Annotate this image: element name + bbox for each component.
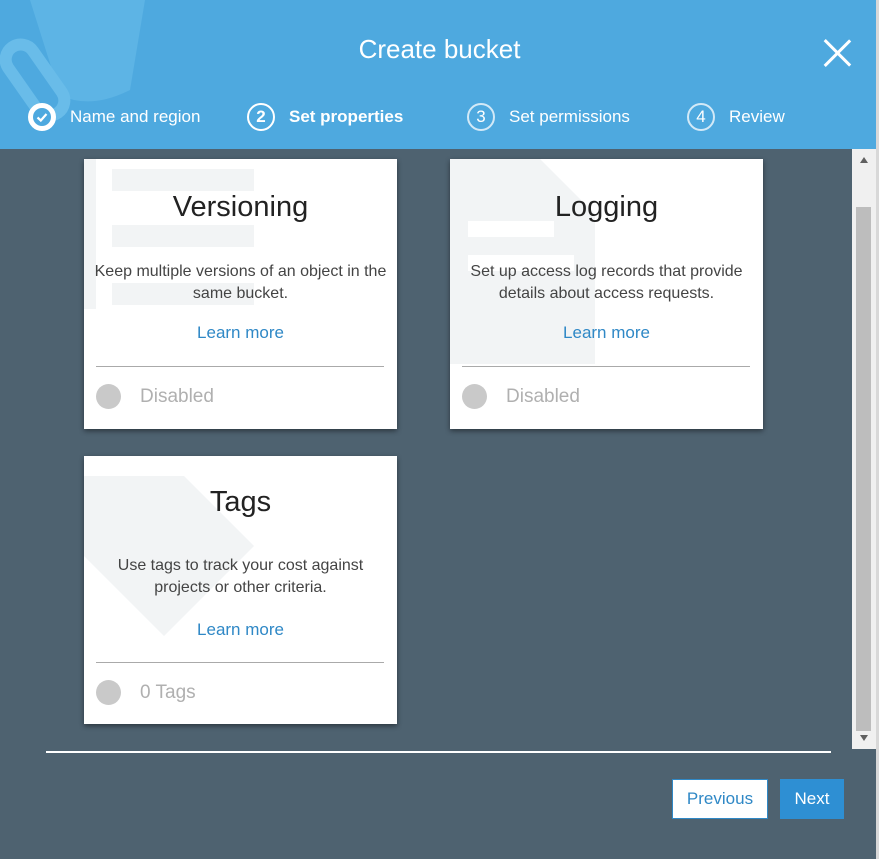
versioning-card[interactable]: Versioning Keep multiple versions of an …	[84, 159, 397, 429]
step-number: 2	[247, 103, 275, 131]
learn-more-link[interactable]: Learn more	[84, 323, 397, 343]
step-name-and-region[interactable]: Name and region	[28, 101, 200, 133]
scrollbar[interactable]	[852, 149, 876, 749]
step-number: 4	[687, 103, 715, 131]
next-button[interactable]: Next	[780, 779, 844, 819]
footer-divider	[46, 751, 831, 753]
divider	[96, 366, 384, 367]
dialog-title: Create bucket	[358, 34, 521, 64]
create-bucket-dialog: Create bucket Name and region 2 Set prop…	[0, 0, 879, 859]
versioning-toggle[interactable]	[96, 384, 121, 409]
logging-card[interactable]: Logging Set up access log records that p…	[450, 159, 763, 429]
step-number: 3	[467, 103, 495, 131]
tags-count: 0 Tags	[140, 682, 196, 703]
previous-button[interactable]: Previous	[672, 779, 768, 819]
scroll-up-icon[interactable]	[860, 157, 868, 163]
scrollbar-thumb[interactable]	[856, 207, 871, 731]
card-description: Set up access log records that provide d…	[470, 263, 743, 302]
tags-toggle[interactable]	[96, 680, 121, 705]
divider	[96, 662, 384, 663]
divider	[462, 366, 750, 367]
card-title: Logging	[554, 191, 659, 223]
tags-card[interactable]: Tags Use tags to track your cost against…	[84, 456, 397, 724]
properties-panel: Versioning Keep multiple versions of an …	[0, 149, 852, 749]
step-label: Set permissions	[509, 107, 630, 126]
learn-more-link[interactable]: Learn more	[450, 323, 763, 343]
close-icon[interactable]	[822, 38, 852, 68]
versioning-status: Disabled	[140, 386, 214, 407]
logging-status: Disabled	[506, 386, 580, 407]
card-description: Use tags to track your cost against proj…	[117, 557, 364, 596]
step-label: Name and region	[70, 107, 201, 126]
step-review[interactable]: 4 Review	[687, 101, 785, 133]
logging-toggle[interactable]	[462, 384, 487, 409]
learn-more-link[interactable]: Learn more	[84, 620, 397, 640]
step-label: Set properties	[289, 107, 404, 126]
check-icon	[28, 103, 56, 131]
step-set-permissions[interactable]: 3 Set permissions	[467, 101, 630, 133]
card-description: Keep multiple versions of an object in t…	[94, 263, 387, 302]
step-set-properties[interactable]: 2 Set properties	[247, 101, 403, 133]
dialog-header: Create bucket Name and region 2 Set prop…	[0, 0, 879, 149]
card-title: Versioning	[172, 191, 309, 223]
step-label: Review	[729, 107, 785, 126]
card-title: Tags	[209, 486, 272, 518]
scroll-down-icon[interactable]	[860, 735, 868, 741]
